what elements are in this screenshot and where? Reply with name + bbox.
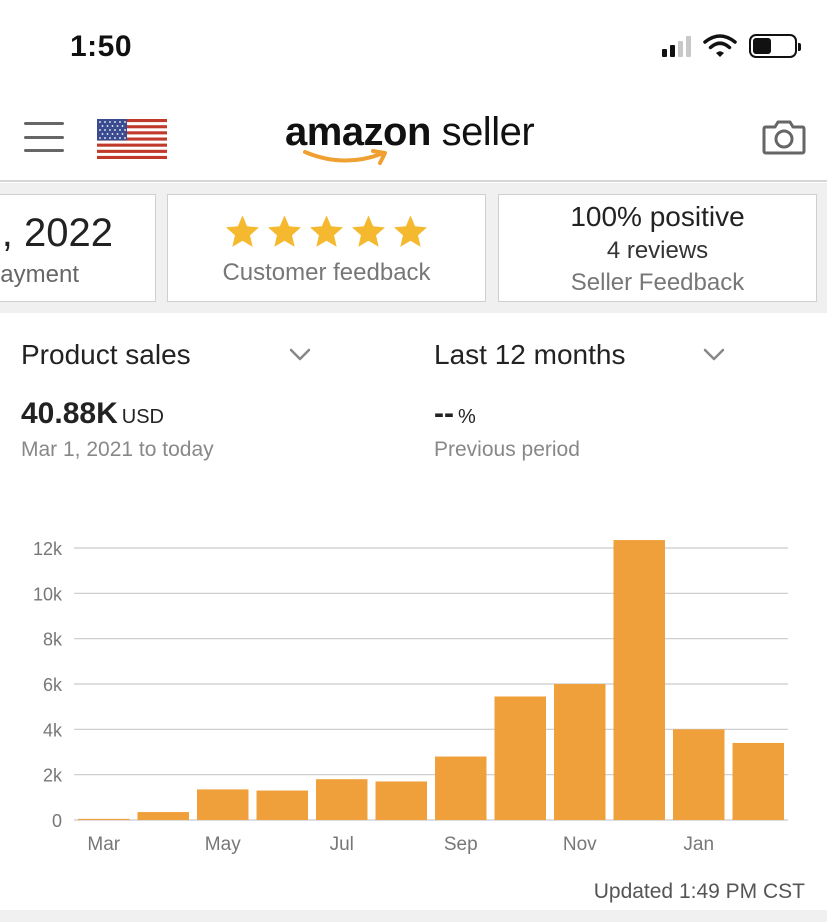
- seller-feedback-card[interactable]: 100% positive 4 reviews Seller Feedback: [498, 194, 817, 302]
- period-select[interactable]: Last 12 months: [434, 339, 625, 371]
- status-bar: 1:50: [0, 0, 827, 96]
- change-unit: %: [457, 406, 476, 428]
- amazon-seller-logo: amazon seller: [285, 110, 555, 170]
- cellular-signal-icon: [662, 35, 691, 57]
- y-tick-label: 0: [52, 811, 62, 831]
- customer-feedback-card[interactable]: Customer feedback: [167, 194, 486, 302]
- x-tick-label: Mar: [87, 834, 120, 855]
- camera-icon[interactable]: [762, 118, 806, 156]
- battery-icon: [749, 34, 801, 58]
- x-tick-label: Jan: [683, 834, 714, 855]
- y-tick-label: 2k: [43, 766, 63, 786]
- bar-apr[interactable]: [137, 812, 190, 820]
- updated-timestamp: Updated 1:49 PM CST: [593, 880, 805, 903]
- metric-select[interactable]: Product sales: [21, 339, 191, 371]
- menu-icon[interactable]: [24, 122, 64, 152]
- status-icons: [662, 34, 801, 58]
- star-icon: [394, 215, 427, 247]
- bar-dec[interactable]: [613, 540, 666, 820]
- logo-secondary-text: seller: [441, 110, 535, 154]
- sales-total: 40.88K USD: [21, 397, 164, 431]
- change-value: --: [434, 397, 454, 430]
- customer-feedback-label: Customer feedback: [222, 259, 431, 286]
- amazon-smile-icon: [303, 149, 387, 165]
- x-tick-label: Jul: [330, 834, 354, 855]
- change-total: --%: [434, 397, 476, 431]
- x-tick-label: Sep: [444, 834, 478, 855]
- app-header: amazon seller: [0, 96, 827, 182]
- bar-aug[interactable]: [375, 781, 428, 820]
- x-tick-label: May: [205, 834, 241, 855]
- y-tick-label: 6k: [43, 675, 63, 695]
- bottom-divider: [0, 910, 827, 922]
- star-icon: [310, 215, 343, 247]
- sales-unit: USD: [121, 406, 164, 428]
- positive-percent: 100% positive: [570, 201, 745, 232]
- bar-mar[interactable]: [78, 818, 130, 820]
- bar-feb[interactable]: [732, 742, 785, 820]
- review-count: 4 reviews: [606, 237, 709, 264]
- y-tick-label: 12k: [33, 539, 63, 559]
- us-flag-icon[interactable]: [97, 119, 167, 159]
- status-time: 1:50: [70, 30, 133, 63]
- sales-value: 40.88K: [21, 397, 118, 430]
- bar-oct[interactable]: [494, 696, 547, 820]
- seller-feedback-label: Seller Feedback: [570, 269, 745, 296]
- payment-date-value: , 2022: [1, 211, 113, 255]
- star-icon: [226, 215, 259, 247]
- chart-svg: 0 2k 4k 6k 8k 10k 12k Mar May Jul Sep Nov Jan: [33, 539, 788, 855]
- payment-label: ayment: [0, 261, 79, 288]
- payment-card[interactable]: , 2022 ayment: [0, 194, 156, 302]
- bar-sep[interactable]: [435, 756, 487, 820]
- y-tick-label: 10k: [33, 584, 63, 604]
- chevron-down-icon[interactable]: [703, 348, 725, 362]
- x-tick-label: Nov: [563, 834, 597, 855]
- bar-nov[interactable]: [554, 684, 606, 820]
- wifi-icon: [703, 34, 737, 57]
- star-icon: [352, 215, 385, 247]
- y-tick-label: 4k: [43, 720, 63, 740]
- bar-jun[interactable]: [256, 790, 309, 820]
- previous-period-label: Previous period: [434, 438, 580, 461]
- summary-cards: , 2022 ayment Customer feedback 100% pos…: [0, 183, 827, 313]
- bar-may[interactable]: [197, 789, 249, 820]
- bar-jul[interactable]: [316, 779, 368, 820]
- rating-stars: [168, 213, 485, 250]
- bar-jan[interactable]: [673, 729, 725, 820]
- y-tick-label: 8k: [43, 630, 63, 650]
- sales-metrics: Product sales Last 12 months 40.88K USD M…: [0, 313, 827, 503]
- star-icon: [268, 215, 301, 247]
- chevron-down-icon[interactable]: [289, 348, 311, 362]
- sales-bar-chart: 0 2k 4k 6k 8k 10k 12k Mar May Jul Sep Nov Jan: [0, 520, 827, 860]
- sales-date-range: Mar 1, 2021 to today: [21, 438, 214, 461]
